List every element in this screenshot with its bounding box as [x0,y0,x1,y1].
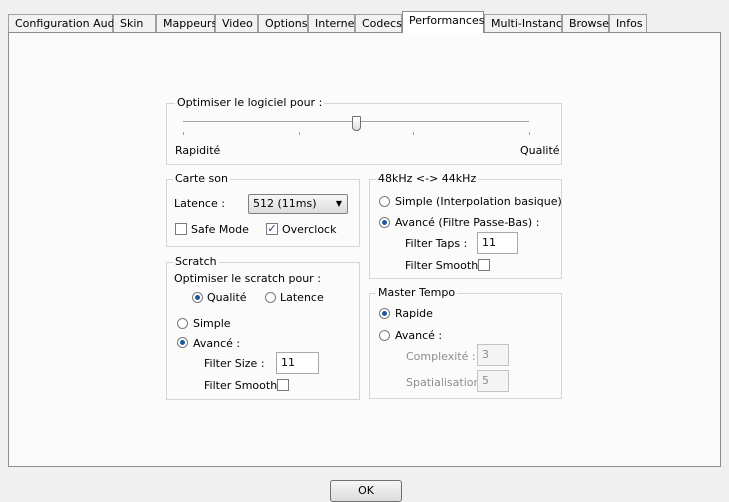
check-icon: ✓ [267,222,277,235]
resample-simple-radio[interactable] [379,196,390,207]
resample-advanced-label: Avancé (Filtre Passe-Bas) : [395,216,540,229]
resample-simple-label: Simple (Interpolation basique) [395,195,562,208]
scratch-title: Scratch [173,255,219,268]
master-tempo-rapid-label: Rapide [395,307,433,320]
slider-tick [529,132,530,135]
performances-panel: Optimiser le logiciel pour : Rapidité Qu… [8,32,721,467]
tab-mappeurs[interactable]: Mappeurs [156,14,217,32]
safe-mode-label: Safe Mode [191,223,249,236]
tab-performances[interactable]: Performances [402,11,484,33]
tab-internet[interactable]: Internet [308,14,359,32]
soundcard-title: Carte son [173,172,230,185]
filter-taps-input[interactable]: 11 [477,232,518,254]
chevron-down-icon: ▼ [335,199,342,208]
safe-mode-checkbox[interactable] [175,223,187,235]
latency-label: Latence : [174,197,225,210]
tab-infos[interactable]: Infos [609,14,647,32]
resample-advanced-radio[interactable] [379,217,390,228]
latency-select[interactable]: 512 (11ms) ▼ [248,194,348,214]
tab-strip: Configuration Audio Skin Mappeurs Video … [8,11,648,33]
master-tempo-rapid-radio[interactable] [379,308,390,319]
tab-video[interactable]: Video [215,14,258,32]
overclock-checkbox[interactable]: ✓ [266,223,278,235]
tab-codecs[interactable]: Codecs [355,14,402,32]
slider-tick [183,132,184,135]
complexity-label: Complexité : [406,350,476,363]
scratch-quality-radio[interactable] [192,292,203,303]
tab-options[interactable]: Options [258,14,308,32]
tab-multi-instance[interactable]: Multi-Instance [484,14,569,32]
scratch-advanced-radio[interactable] [177,337,188,348]
scratch-latency-radio[interactable] [265,292,276,303]
spatialisation-input[interactable]: 5 [477,370,509,392]
filter-taps-label: Filter Taps : [405,237,468,250]
resample-title: 48kHz <-> 44kHz [376,172,479,185]
filter-size-label: Filter Size : [204,357,265,370]
scratch-quality-label: Qualité [207,291,247,304]
filter-size-input[interactable]: 11 [276,352,319,374]
optimize-title: Optimiser le logiciel pour : [175,96,325,109]
latency-value: 512 (11ms) [253,197,317,210]
optimize-slider-thumb[interactable] [351,116,361,131]
scratch-latency-label: Latence [280,291,324,304]
ok-button[interactable]: OK [330,480,402,502]
complexity-input[interactable]: 3 [477,344,509,366]
slider-right-label: Qualité [520,144,560,157]
spatialisation-label: Spatialisation : [406,376,488,389]
overclock-label: Overclock [282,223,337,236]
slider-tick [299,132,300,135]
tab-browser[interactable]: Browser [562,14,614,32]
master-tempo-advanced-label: Avancé : [395,329,443,342]
scratch-advanced-label: Avancé : [193,337,241,350]
master-tempo-advanced-radio[interactable] [379,330,390,341]
scratch-filter-smooth-label: Filter Smooth [204,379,278,392]
resample-filter-smooth-label: Filter Smooth [405,259,479,272]
scratch-simple-label: Simple [193,317,231,330]
optimize-group [166,103,562,165]
scratch-filter-smooth-checkbox[interactable] [277,379,289,391]
resample-filter-smooth-checkbox[interactable] [478,259,490,271]
master-tempo-title: Master Tempo [376,286,458,299]
scratch-simple-radio[interactable] [177,318,188,329]
scratch-optimize-label: Optimiser le scratch pour : [174,272,321,285]
slider-tick [413,132,414,135]
tab-skin[interactable]: Skin [113,14,156,32]
tab-configuration-audio[interactable]: Configuration Audio [8,14,124,32]
slider-left-label: Rapidité [175,144,221,157]
